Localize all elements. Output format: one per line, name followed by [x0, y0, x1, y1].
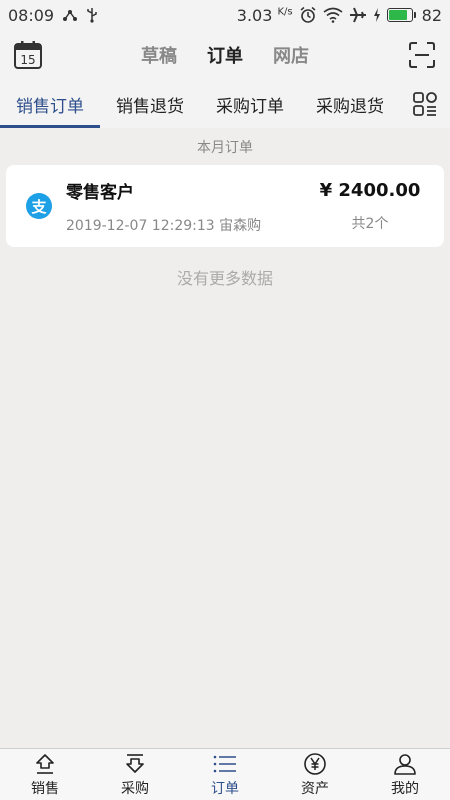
tab-purchase-orders[interactable]: 采购订单 — [200, 80, 300, 128]
calendar-button[interactable]: 15 — [12, 39, 44, 71]
order-card[interactable]: 支 零售客户 2019-12-07 12:29:13 宙森购 ¥ 2400.00… — [6, 165, 444, 247]
order-side: ¥ 2400.00 共2个 — [310, 180, 430, 233]
download-icon — [126, 753, 144, 773]
order-amount: ¥ 2400.00 — [319, 179, 421, 201]
nav-purchase-label: 采购 — [121, 780, 149, 797]
no-more-data-text: 没有更多数据 — [176, 269, 273, 288]
item-count: 共2个 — [351, 215, 389, 232]
tab-webstore[interactable]: 网店 — [273, 42, 309, 68]
battery-icon — [386, 8, 416, 22]
share-icon — [62, 7, 78, 23]
order-main: 零售客户 2019-12-07 12:29:13 宙森购 — [66, 178, 310, 235]
nav-mine-label: 我的 — [391, 780, 419, 797]
status-time: 08:09 — [8, 5, 55, 25]
tab-purchase-returns[interactable]: 采购退货 — [300, 80, 400, 128]
upload-icon — [36, 753, 54, 774]
more-categories-button[interactable] — [400, 80, 450, 128]
yuan-circle-icon — [304, 752, 326, 775]
nav-assets[interactable]: 资产 — [270, 749, 360, 800]
svg-text:15: 15 — [20, 53, 35, 67]
tab-sales-returns[interactable]: 销售退货 — [100, 80, 200, 128]
status-left: 08:09 — [8, 6, 98, 25]
top-header: 15 草稿 订单 网店 — [0, 30, 450, 80]
scan-button[interactable] — [406, 39, 438, 71]
calendar-icon: 15 — [14, 41, 42, 69]
nav-mine[interactable]: 我的 — [360, 749, 450, 800]
scan-icon — [409, 42, 435, 68]
alarm-icon — [299, 6, 317, 24]
order-datetime: 2019-12-07 12:29:13 宙森购 — [66, 217, 262, 234]
net-speed: 3.03 K/s — [236, 5, 293, 25]
section-title: 本月订单 — [197, 140, 253, 156]
charging-icon — [373, 8, 381, 22]
status-bar: 08:09 3.03 K/s 82 — [0, 0, 450, 30]
alipay-icon: 支 — [26, 193, 52, 219]
wifi-icon — [323, 7, 343, 23]
usb-icon — [86, 7, 98, 23]
nav-purchase[interactable]: 采购 — [90, 749, 180, 800]
customer-name: 零售客户 — [66, 182, 134, 203]
battery-percent: 82 — [421, 5, 442, 25]
person-icon — [394, 753, 416, 775]
airplane-icon — [349, 7, 367, 23]
list-icon — [213, 755, 236, 772]
status-right: 3.03 K/s 82 — [237, 6, 442, 25]
category-tabs: 销售订单 销售退货 采购订单 采购退货 — [0, 80, 450, 128]
nav-assets-label: 资产 — [301, 780, 329, 797]
bottom-nav: 销售 采购 订单 资产 我的 — [0, 748, 450, 800]
grid-menu-icon — [413, 92, 437, 116]
tab-orders[interactable]: 订单 — [207, 42, 243, 68]
tab-sales-orders[interactable]: 销售订单 — [0, 80, 100, 128]
tab-drafts[interactable]: 草稿 — [141, 42, 177, 68]
header-tabs: 草稿 订单 网店 — [141, 42, 309, 68]
nav-sales-label: 销售 — [31, 780, 59, 797]
nav-sales[interactable]: 销售 — [0, 749, 90, 800]
nav-orders[interactable]: 订单 — [180, 749, 270, 800]
nav-orders-label: 订单 — [211, 780, 239, 797]
